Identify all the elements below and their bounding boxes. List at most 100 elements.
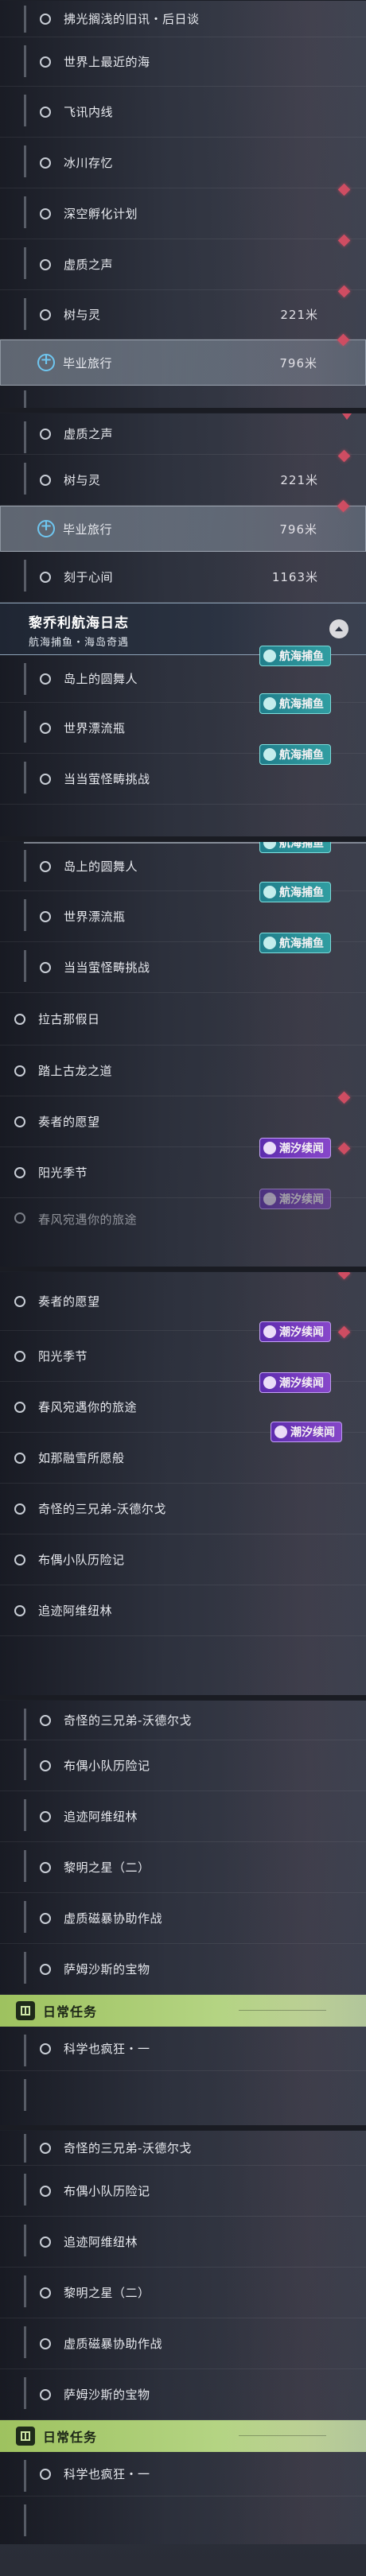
quest-list-panel-6: 奇怪的三兄弟-沃德尔戈 布偶小队历险记 追迹阿维纽林 黎明之星（二） 虚质磁暴协… (0, 2130, 366, 2544)
quest-item[interactable]: 奇怪的三兄弟-沃德尔戈 (0, 1701, 366, 1740)
category-tag: 航海捕鱼 (259, 744, 331, 765)
daily-book-icon (16, 2427, 35, 2446)
quest-item-tracked[interactable]: 毕业旅行 796米 (0, 333, 366, 386)
quest-ring-icon (40, 2236, 51, 2248)
group-title: 黎乔利航海日志 (29, 615, 129, 631)
objective-marker-icon (337, 1272, 351, 1280)
quest-item[interactable]: 虚质之声 (0, 413, 366, 455)
quest-label: 世界漂流瓶 (64, 910, 126, 924)
daily-book-icon (16, 2001, 35, 2020)
quest-label: 虚质之声 (64, 427, 114, 441)
quest-item-partial[interactable]: 春风宛遇你的旅途 潮汐续闻 (0, 1189, 366, 1235)
quest-label: 春风宛遇你的旅途 (38, 1212, 138, 1227)
quest-item[interactable]: 虚质之声 (0, 234, 366, 290)
indent-bar (24, 2504, 26, 2536)
quest-ring-icon (40, 2142, 51, 2154)
quest-label: 虚质磁暴协助作战 (64, 1911, 163, 1926)
quest-item[interactable]: 刻于心间 1163米 (0, 552, 366, 603)
quest-item[interactable]: 冰川存忆 (0, 138, 366, 188)
quest-item-tracked[interactable]: 毕业旅行 796米 (0, 499, 366, 552)
quest-item-partial[interactable] (0, 386, 366, 408)
indent-bar (24, 560, 26, 592)
quest-item[interactable]: 如那融雪所愿般 潮汐续闻 (0, 1422, 366, 1484)
quest-item[interactable]: 布偶小队历险记 (0, 1534, 366, 1585)
indent-bar (24, 2134, 26, 2163)
quest-item-partial[interactable] (0, 2071, 366, 2111)
quest-label: 黎明之星（二） (64, 1860, 150, 1875)
quest-ring-icon (14, 1013, 25, 1025)
quest-ring-icon (40, 2468, 51, 2480)
quest-label: 科学也疯狂・一 (64, 2467, 150, 2481)
quest-item[interactable]: 踏上古龙之道 (0, 1046, 366, 1096)
quest-item[interactable]: 黎明之星（二） (0, 1842, 366, 1893)
fishing-icon (263, 697, 276, 710)
quest-item[interactable]: 萨姆沙斯的宝物 (0, 2369, 366, 2420)
category-tag: 潮汐续闻 (259, 1189, 331, 1209)
quest-item[interactable]: 拉古那假日 (0, 993, 366, 1046)
quest-item[interactable]: 奇怪的三兄弟-沃德尔戈 (0, 2131, 366, 2166)
quest-item-partial[interactable] (0, 1636, 366, 1695)
indent-bar (24, 6, 26, 33)
quest-item[interactable]: 布偶小队历险记 (0, 2166, 366, 2217)
quest-item[interactable]: 虚质磁暴协助作战 (0, 2318, 366, 2369)
quest-list-panel-2: 虚质之声 树与灵 221米 毕业旅行 796米 刻于心间 1163米 黎乔利航海… (0, 413, 366, 836)
indent-bar (24, 196, 26, 228)
quest-label: 奇怪的三兄弟-沃德尔戈 (38, 1502, 166, 1516)
indent-bar (24, 95, 26, 126)
daily-tasks-header[interactable]: 日常任务 (0, 1995, 366, 2027)
indent-bar (24, 1799, 26, 1831)
decorative-line (239, 2435, 326, 2436)
quest-ring-icon (40, 308, 51, 320)
quest-item[interactable]: 科学也疯狂・一 (0, 2452, 366, 2496)
quest-item[interactable]: 飞讯内线 (0, 87, 366, 138)
quest-item-partial[interactable] (0, 2496, 366, 2536)
quest-ring-icon (14, 1295, 25, 1307)
category-tag: 潮汐续闻 (259, 1372, 331, 1393)
indent-bar (24, 2460, 26, 2492)
fishing-icon (263, 937, 276, 949)
quest-ring-icon (40, 961, 51, 973)
quest-item[interactable]: 黎明之星（二） (0, 2268, 366, 2318)
quest-item[interactable]: 树与灵 221米 (0, 285, 366, 339)
quest-item[interactable]: 布偶小队历险记 (0, 1740, 366, 1791)
indent-bar (24, 1952, 26, 1984)
quest-item[interactable]: 拂光搁浅的旧讯・后日谈 (0, 1, 366, 37)
quest-ring-icon (14, 1166, 25, 1178)
daily-tasks-header[interactable]: 日常任务 (0, 2420, 366, 2452)
quest-item[interactable]: 追迹阿维纽林 (0, 1585, 366, 1636)
quest-item[interactable]: 虚质磁暴协助作战 (0, 1893, 366, 1944)
quest-item[interactable]: 追迹阿维纽林 (0, 1791, 366, 1842)
quest-label: 布偶小队历险记 (38, 1553, 125, 1567)
fishing-icon (263, 886, 276, 898)
quest-label: 虚质之声 (64, 258, 114, 272)
quest-item[interactable]: 当当萤怪畴挑战 航海捕鱼 (0, 933, 366, 993)
quest-ring-icon (40, 1912, 51, 1924)
quest-item[interactable]: 萨姆沙斯的宝物 (0, 1944, 366, 1995)
collapse-button[interactable] (329, 619, 348, 638)
indent-bar (24, 663, 26, 695)
tide-icon (263, 1142, 276, 1154)
quest-item[interactable]: 奇怪的三兄弟-沃德尔戈 (0, 1484, 366, 1534)
category-tag: 潮汐续闻 (259, 1321, 331, 1342)
quest-ring-icon (40, 2337, 51, 2349)
quest-label: 毕业旅行 (63, 522, 113, 537)
quest-ring-icon (14, 1401, 25, 1413)
book-glyph (21, 2006, 30, 2015)
quest-ring-icon (40, 2043, 51, 2054)
tag-label: 潮汐续闻 (279, 1143, 324, 1155)
quest-item[interactable]: 当当萤怪畴挑战 航海捕鱼 (0, 744, 366, 805)
quest-item[interactable]: 世界上最近的海 (0, 37, 366, 87)
quest-log-screenshot-strip: 拂光搁浅的旧讯・后日谈 世界上最近的海 飞讯内线 冰川存忆 深空孵化计划 虚质之… (0, 0, 366, 2576)
quest-ring-icon (40, 1714, 51, 1726)
quest-label: 当当萤怪畴挑战 (64, 960, 150, 975)
quest-ring-icon (40, 474, 51, 486)
quest-item[interactable]: 深空孵化计划 (0, 183, 366, 239)
distance-label: 796米 (279, 355, 317, 370)
quest-ring-icon (40, 2388, 51, 2400)
tag-label: 潮汐续闻 (279, 1193, 324, 1206)
quest-item[interactable]: 追迹阿维纽林 (0, 2217, 366, 2268)
quest-label: 当当萤怪畴挑战 (64, 772, 150, 786)
quest-ring-icon (40, 1963, 51, 1975)
quest-item[interactable]: 树与灵 221米 (0, 449, 366, 506)
quest-item[interactable]: 科学也疯狂・一 (0, 2027, 366, 2071)
